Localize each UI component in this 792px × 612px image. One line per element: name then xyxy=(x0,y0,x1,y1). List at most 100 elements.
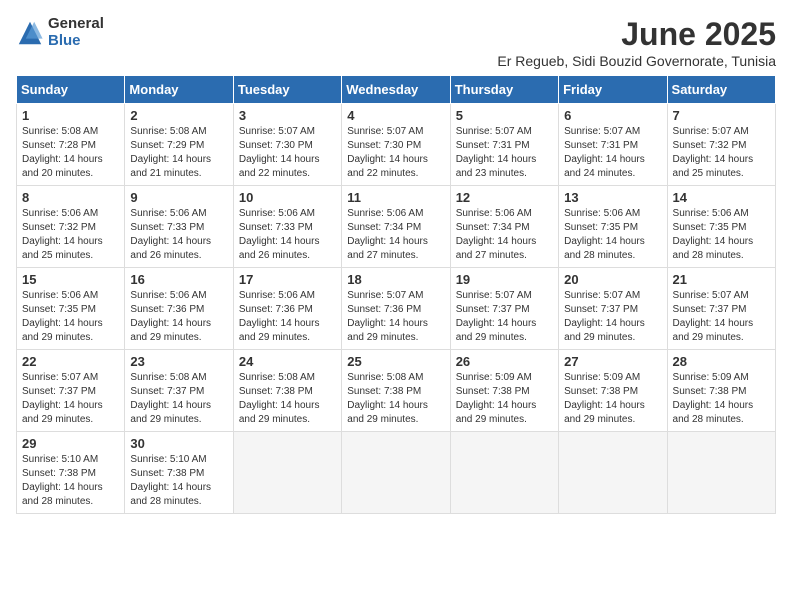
day-detail: Sunrise: 5:06 AM Sunset: 7:35 PM Dayligh… xyxy=(673,207,770,263)
col-header-wednesday: Wednesday xyxy=(342,76,450,104)
day-cell-26: 26 Sunrise: 5:09 AM Sunset: 7:38 PM Dayl… xyxy=(450,350,558,432)
day-cell-19: 19 Sunrise: 5:07 AM Sunset: 7:37 PM Dayl… xyxy=(450,268,558,350)
day-detail: Sunrise: 5:06 AM Sunset: 7:33 PM Dayligh… xyxy=(130,207,227,263)
title-block: June 2025 Er Regueb, Sidi Bouzid Governo… xyxy=(497,16,776,69)
logo-icon xyxy=(16,19,44,47)
calendar-table: SundayMondayTuesdayWednesdayThursdayFrid… xyxy=(16,75,776,514)
day-detail: Sunrise: 5:07 AM Sunset: 7:37 PM Dayligh… xyxy=(22,371,119,427)
day-number: 24 xyxy=(239,354,336,369)
col-header-sunday: Sunday xyxy=(17,76,125,104)
col-header-friday: Friday xyxy=(559,76,667,104)
day-cell-7: 7 Sunrise: 5:07 AM Sunset: 7:32 PM Dayli… xyxy=(667,104,775,186)
week-row-2: 8 Sunrise: 5:06 AM Sunset: 7:32 PM Dayli… xyxy=(17,186,776,268)
day-cell-21: 21 Sunrise: 5:07 AM Sunset: 7:37 PM Dayl… xyxy=(667,268,775,350)
day-detail: Sunrise: 5:08 AM Sunset: 7:38 PM Dayligh… xyxy=(239,371,336,427)
empty-cell xyxy=(450,432,558,514)
day-cell-22: 22 Sunrise: 5:07 AM Sunset: 7:37 PM Dayl… xyxy=(17,350,125,432)
day-cell-18: 18 Sunrise: 5:07 AM Sunset: 7:36 PM Dayl… xyxy=(342,268,450,350)
day-cell-8: 8 Sunrise: 5:06 AM Sunset: 7:32 PM Dayli… xyxy=(17,186,125,268)
day-cell-20: 20 Sunrise: 5:07 AM Sunset: 7:37 PM Dayl… xyxy=(559,268,667,350)
day-number: 28 xyxy=(673,354,770,369)
day-number: 22 xyxy=(22,354,119,369)
day-detail: Sunrise: 5:07 AM Sunset: 7:30 PM Dayligh… xyxy=(347,125,444,181)
day-detail: Sunrise: 5:10 AM Sunset: 7:38 PM Dayligh… xyxy=(22,453,119,509)
day-number: 8 xyxy=(22,190,119,205)
day-detail: Sunrise: 5:07 AM Sunset: 7:31 PM Dayligh… xyxy=(564,125,661,181)
day-number: 25 xyxy=(347,354,444,369)
day-detail: Sunrise: 5:06 AM Sunset: 7:35 PM Dayligh… xyxy=(564,207,661,263)
logo-blue-text: Blue xyxy=(48,33,104,50)
day-cell-27: 27 Sunrise: 5:09 AM Sunset: 7:38 PM Dayl… xyxy=(559,350,667,432)
col-header-saturday: Saturday xyxy=(667,76,775,104)
logo: General Blue xyxy=(16,16,104,49)
day-number: 30 xyxy=(130,436,227,451)
day-number: 11 xyxy=(347,190,444,205)
week-row-1: 1 Sunrise: 5:08 AM Sunset: 7:28 PM Dayli… xyxy=(17,104,776,186)
day-cell-13: 13 Sunrise: 5:06 AM Sunset: 7:35 PM Dayl… xyxy=(559,186,667,268)
week-row-3: 15 Sunrise: 5:06 AM Sunset: 7:35 PM Dayl… xyxy=(17,268,776,350)
logo-general-text: General xyxy=(48,16,104,33)
day-detail: Sunrise: 5:06 AM Sunset: 7:36 PM Dayligh… xyxy=(239,289,336,345)
day-cell-9: 9 Sunrise: 5:06 AM Sunset: 7:33 PM Dayli… xyxy=(125,186,233,268)
week-row-5: 29 Sunrise: 5:10 AM Sunset: 7:38 PM Dayl… xyxy=(17,432,776,514)
empty-cell xyxy=(342,432,450,514)
day-cell-24: 24 Sunrise: 5:08 AM Sunset: 7:38 PM Dayl… xyxy=(233,350,341,432)
day-detail: Sunrise: 5:06 AM Sunset: 7:34 PM Dayligh… xyxy=(456,207,553,263)
day-detail: Sunrise: 5:06 AM Sunset: 7:36 PM Dayligh… xyxy=(130,289,227,345)
day-cell-23: 23 Sunrise: 5:08 AM Sunset: 7:37 PM Dayl… xyxy=(125,350,233,432)
day-detail: Sunrise: 5:08 AM Sunset: 7:38 PM Dayligh… xyxy=(347,371,444,427)
col-header-monday: Monday xyxy=(125,76,233,104)
day-cell-3: 3 Sunrise: 5:07 AM Sunset: 7:30 PM Dayli… xyxy=(233,104,341,186)
day-number: 19 xyxy=(456,272,553,287)
day-number: 20 xyxy=(564,272,661,287)
day-detail: Sunrise: 5:07 AM Sunset: 7:37 PM Dayligh… xyxy=(456,289,553,345)
day-number: 26 xyxy=(456,354,553,369)
day-number: 23 xyxy=(130,354,227,369)
month-title: June 2025 xyxy=(497,16,776,53)
day-detail: Sunrise: 5:06 AM Sunset: 7:35 PM Dayligh… xyxy=(22,289,119,345)
day-number: 17 xyxy=(239,272,336,287)
day-cell-6: 6 Sunrise: 5:07 AM Sunset: 7:31 PM Dayli… xyxy=(559,104,667,186)
day-detail: Sunrise: 5:08 AM Sunset: 7:37 PM Dayligh… xyxy=(130,371,227,427)
day-number: 9 xyxy=(130,190,227,205)
day-cell-16: 16 Sunrise: 5:06 AM Sunset: 7:36 PM Dayl… xyxy=(125,268,233,350)
empty-cell xyxy=(667,432,775,514)
day-cell-2: 2 Sunrise: 5:08 AM Sunset: 7:29 PM Dayli… xyxy=(125,104,233,186)
empty-cell xyxy=(559,432,667,514)
day-cell-14: 14 Sunrise: 5:06 AM Sunset: 7:35 PM Dayl… xyxy=(667,186,775,268)
day-cell-25: 25 Sunrise: 5:08 AM Sunset: 7:38 PM Dayl… xyxy=(342,350,450,432)
day-number: 29 xyxy=(22,436,119,451)
day-detail: Sunrise: 5:08 AM Sunset: 7:29 PM Dayligh… xyxy=(130,125,227,181)
day-detail: Sunrise: 5:07 AM Sunset: 7:37 PM Dayligh… xyxy=(673,289,770,345)
day-number: 16 xyxy=(130,272,227,287)
day-cell-30: 30 Sunrise: 5:10 AM Sunset: 7:38 PM Dayl… xyxy=(125,432,233,514)
day-cell-4: 4 Sunrise: 5:07 AM Sunset: 7:30 PM Dayli… xyxy=(342,104,450,186)
page-header: General Blue June 2025 Er Regueb, Sidi B… xyxy=(16,16,776,69)
location-subtitle: Er Regueb, Sidi Bouzid Governorate, Tuni… xyxy=(497,53,776,69)
header-row: SundayMondayTuesdayWednesdayThursdayFrid… xyxy=(17,76,776,104)
day-cell-10: 10 Sunrise: 5:06 AM Sunset: 7:33 PM Dayl… xyxy=(233,186,341,268)
day-detail: Sunrise: 5:10 AM Sunset: 7:38 PM Dayligh… xyxy=(130,453,227,509)
day-cell-15: 15 Sunrise: 5:06 AM Sunset: 7:35 PM Dayl… xyxy=(17,268,125,350)
day-cell-12: 12 Sunrise: 5:06 AM Sunset: 7:34 PM Dayl… xyxy=(450,186,558,268)
day-number: 5 xyxy=(456,108,553,123)
day-detail: Sunrise: 5:09 AM Sunset: 7:38 PM Dayligh… xyxy=(456,371,553,427)
day-detail: Sunrise: 5:07 AM Sunset: 7:32 PM Dayligh… xyxy=(673,125,770,181)
day-number: 27 xyxy=(564,354,661,369)
day-number: 10 xyxy=(239,190,336,205)
day-detail: Sunrise: 5:06 AM Sunset: 7:33 PM Dayligh… xyxy=(239,207,336,263)
day-cell-28: 28 Sunrise: 5:09 AM Sunset: 7:38 PM Dayl… xyxy=(667,350,775,432)
day-detail: Sunrise: 5:09 AM Sunset: 7:38 PM Dayligh… xyxy=(564,371,661,427)
day-detail: Sunrise: 5:06 AM Sunset: 7:32 PM Dayligh… xyxy=(22,207,119,263)
day-cell-11: 11 Sunrise: 5:06 AM Sunset: 7:34 PM Dayl… xyxy=(342,186,450,268)
day-number: 15 xyxy=(22,272,119,287)
day-detail: Sunrise: 5:07 AM Sunset: 7:31 PM Dayligh… xyxy=(456,125,553,181)
col-header-tuesday: Tuesday xyxy=(233,76,341,104)
day-cell-5: 5 Sunrise: 5:07 AM Sunset: 7:31 PM Dayli… xyxy=(450,104,558,186)
day-number: 21 xyxy=(673,272,770,287)
day-detail: Sunrise: 5:09 AM Sunset: 7:38 PM Dayligh… xyxy=(673,371,770,427)
day-number: 18 xyxy=(347,272,444,287)
day-detail: Sunrise: 5:07 AM Sunset: 7:30 PM Dayligh… xyxy=(239,125,336,181)
empty-cell xyxy=(233,432,341,514)
day-detail: Sunrise: 5:06 AM Sunset: 7:34 PM Dayligh… xyxy=(347,207,444,263)
